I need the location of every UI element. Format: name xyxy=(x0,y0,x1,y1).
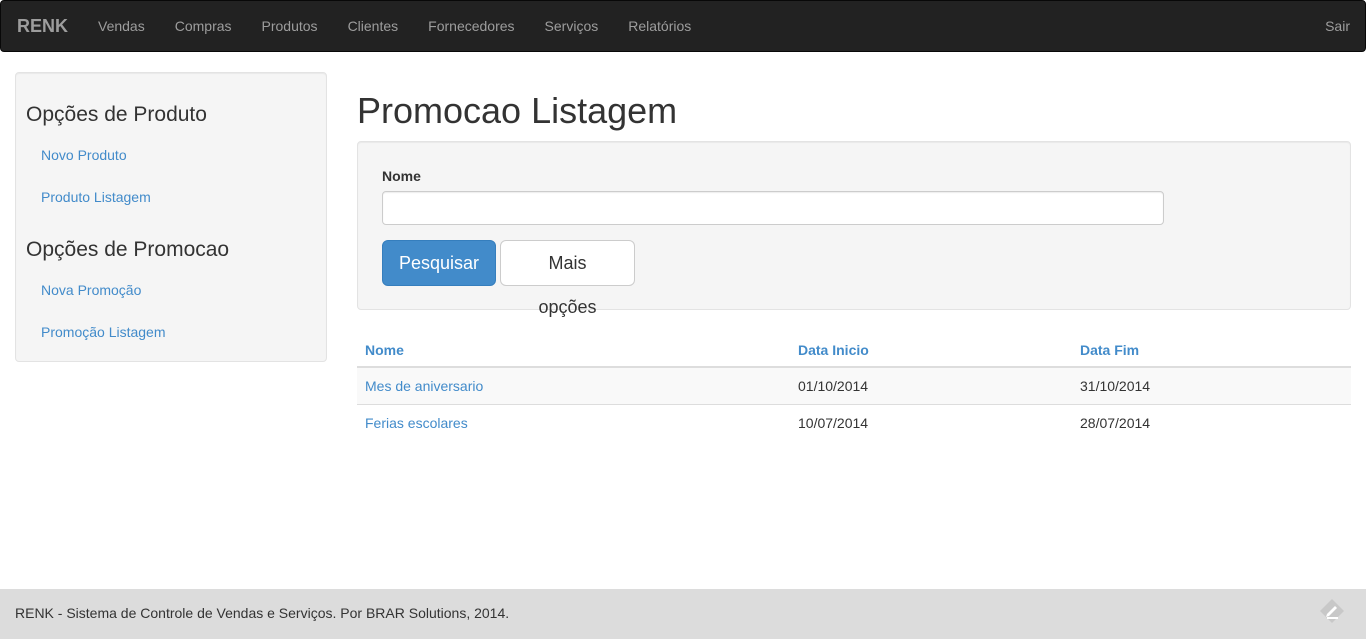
sort-data-fim-header[interactable]: Data Fim xyxy=(1080,342,1139,358)
promotion-name-link[interactable]: Mes de aniversario xyxy=(365,378,483,394)
nav-link-vendas[interactable]: Vendas xyxy=(83,1,160,51)
promotion-name-link[interactable]: Ferias escolares xyxy=(365,415,468,431)
search-panel: Nome Pesquisar Mais opções xyxy=(357,141,1351,317)
feedback-icon[interactable] xyxy=(1318,597,1346,625)
promotion-start-date: 10/07/2014 xyxy=(790,404,1072,442)
promotion-end-date: 31/10/2014 xyxy=(1072,366,1351,405)
page-title: Promocao Listagem xyxy=(357,90,678,131)
brand-link[interactable]: RENK xyxy=(17,16,68,36)
sidebar-section-title-produto: Opções de Produto xyxy=(26,103,207,126)
nav-link-clientes[interactable]: Clientes xyxy=(333,1,414,51)
nav-link-fornecedores[interactable]: Fornecedores xyxy=(413,1,529,51)
sidebar: Opções de Produto Novo Produto Produto L… xyxy=(15,72,327,362)
more-options-button[interactable]: Mais opções xyxy=(500,240,635,317)
nav-link-servicos[interactable]: Serviços xyxy=(530,1,614,51)
nome-label: Nome xyxy=(382,168,421,184)
nav-link-compras[interactable]: Compras xyxy=(160,1,247,51)
table-row: Mes de aniversario 01/10/2014 31/10/2014 xyxy=(357,366,1351,405)
nome-search-input[interactable] xyxy=(382,191,1164,225)
sidebar-link-produto-listagem[interactable]: Produto Listagem xyxy=(41,187,151,207)
sort-nome-header[interactable]: Nome xyxy=(365,342,404,358)
nav-menu: Vendas Compras Produtos Clientes Fornece… xyxy=(83,1,706,51)
promotions-table: Nome Data Inicio Data Fim Mes de anivers… xyxy=(357,329,1351,442)
logout-link[interactable]: Sair xyxy=(1325,1,1350,51)
footer: RENK - Sistema de Controle de Vendas e S… xyxy=(0,589,1366,639)
search-button[interactable]: Pesquisar xyxy=(382,240,496,286)
sidebar-link-novo-produto[interactable]: Novo Produto xyxy=(41,145,127,165)
sidebar-link-nova-promocao[interactable]: Nova Promoção xyxy=(41,280,141,300)
footer-text: RENK - Sistema de Controle de Vendas e S… xyxy=(15,605,510,621)
sidebar-link-promocao-listagem[interactable]: Promoção Listagem xyxy=(41,322,166,342)
nav-link-produtos[interactable]: Produtos xyxy=(247,1,333,51)
sidebar-section-title-promocao: Opções de Promocao xyxy=(26,238,230,261)
nav-link-relatorios[interactable]: Relatórios xyxy=(613,1,706,51)
sort-data-inicio-header[interactable]: Data Inicio xyxy=(798,342,869,358)
table-row: Ferias escolares 10/07/2014 28/07/2014 xyxy=(357,404,1351,442)
top-navbar: RENK Vendas Compras Produtos Clientes Fo… xyxy=(0,0,1366,52)
promotion-start-date: 01/10/2014 xyxy=(790,366,1072,405)
promotion-end-date: 28/07/2014 xyxy=(1072,404,1351,442)
table-header-row: Nome Data Inicio Data Fim xyxy=(357,329,1351,368)
